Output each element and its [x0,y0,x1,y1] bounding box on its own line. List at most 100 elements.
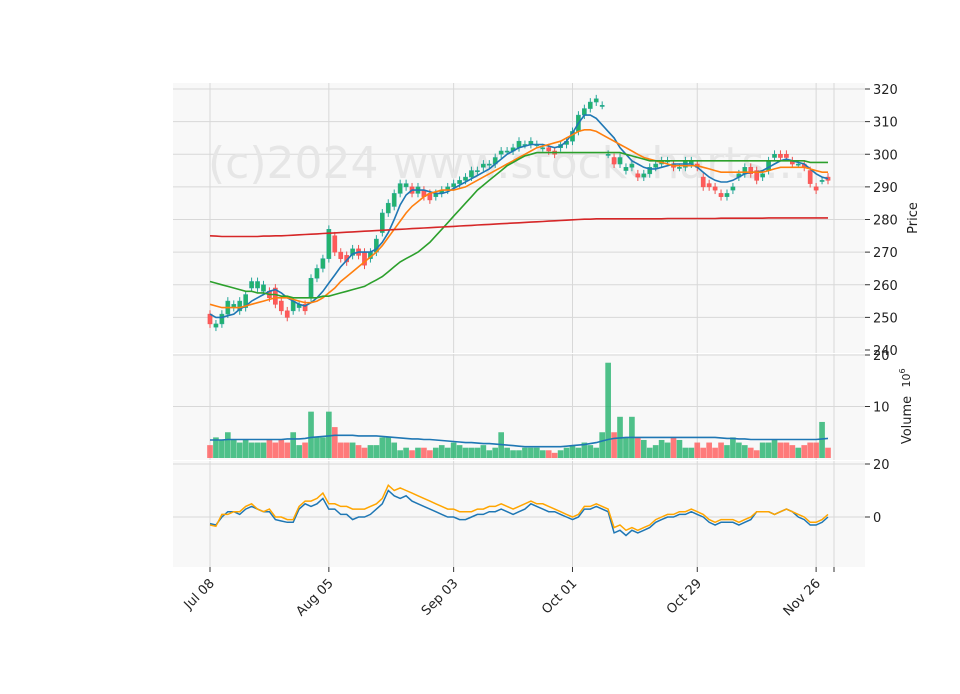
x-tick-label: Nov 26 [781,576,824,619]
volume-bar [504,447,510,458]
candle-up [641,173,647,178]
volume-bar [367,445,374,458]
volume-bar [403,447,409,458]
volume-bar [605,362,611,458]
volume-bar [736,442,742,458]
candle-up [587,101,593,109]
volume-axis-label: Volume [900,396,915,444]
volume-bar [534,447,540,458]
candle-down [546,147,552,152]
candle-up [486,163,492,166]
volume-bar [385,437,392,458]
volume-bar [623,437,629,458]
volume-bar [646,447,653,458]
candle-up [261,284,266,292]
candle-down [813,186,819,191]
volume-bar [759,442,766,458]
volume-bar [248,442,255,458]
volume-bar [415,447,421,458]
volume-bar [236,442,243,458]
candle-down [778,154,783,158]
candle-up [219,313,225,325]
stock-chart: (c)2024 www.stockcharts... Jul 08 Aug 05 S… [0,0,960,690]
volume-bar [421,447,427,458]
volume-bar [409,450,415,458]
candle-down [718,193,724,197]
volume-bar [480,445,487,458]
volume-bar [694,442,701,458]
volume-bar [563,447,570,458]
candle-up [249,281,254,289]
volume-bar [516,450,522,458]
volume-bar [474,447,481,458]
volume-bar [587,445,594,458]
candle-down [278,300,284,312]
candle-up [795,163,801,166]
candle-up [504,150,510,153]
candle-up [629,163,635,168]
volume-tick-label: 20 [873,349,890,364]
volume-bar [391,442,398,458]
volume-bar [664,442,671,458]
candle-up [617,157,623,165]
volume-bar [272,442,279,458]
candle-down [338,251,344,259]
volume-bar [789,445,796,458]
volume-bar [284,442,291,458]
price-tick-label: 290 [873,181,898,196]
volume-bar [308,411,314,458]
candle-up [463,176,468,181]
candle-up [623,167,629,171]
volume-bar [296,445,302,458]
volume-bar [795,447,802,458]
candle-up [213,323,219,328]
volume-bar [373,445,380,458]
volume-bar [777,442,784,458]
volume-bar [278,439,285,458]
volume-bar [575,447,582,458]
volume-bar [444,447,451,458]
indicator-tick-label: 0 [873,511,881,526]
price-tick-label: 300 [873,148,898,163]
volume-bar [741,445,748,458]
volume-bar [266,439,273,458]
candle-down [700,176,706,188]
volume-bar [379,437,386,458]
volume-bar [219,439,225,458]
volume-bar [343,442,350,458]
volume-bar [801,445,808,458]
volume-bar [242,439,249,458]
volume-bar [337,442,344,458]
candle-down [611,157,617,165]
volume-bar [712,447,718,458]
chart-svg: (c)2024 www.stockcharts... Jul 08 Aug 05 S… [173,83,921,619]
candle-up [730,186,736,191]
volume-bar [522,447,528,458]
volume-bar [326,411,332,458]
volume-bar [753,450,760,458]
volume-bar [813,442,819,458]
candle-up [451,183,456,188]
volume-bar [290,432,297,458]
candle-up [314,268,320,279]
volume-bar [569,445,576,458]
volume-bar [260,442,267,458]
volume-bar [331,427,338,458]
volume-bar [230,439,237,458]
volume-bar [765,442,772,458]
candle-down [332,235,338,253]
indicator-panel-bg [173,461,865,567]
candle-up [772,154,777,158]
x-tick-label: Oct 01 [539,576,580,617]
x-tick-label: Oct 29 [664,576,705,617]
volume-bar [462,447,469,458]
volume-bar [427,450,433,458]
indicator-tick-label: 20 [873,458,890,473]
candle-up [605,154,611,156]
volume-bar [207,445,213,458]
volume-bar [254,442,261,458]
volume-bar [557,450,564,458]
volume-bar [700,447,707,458]
volume-bar [355,445,362,458]
candle-up [540,147,546,150]
